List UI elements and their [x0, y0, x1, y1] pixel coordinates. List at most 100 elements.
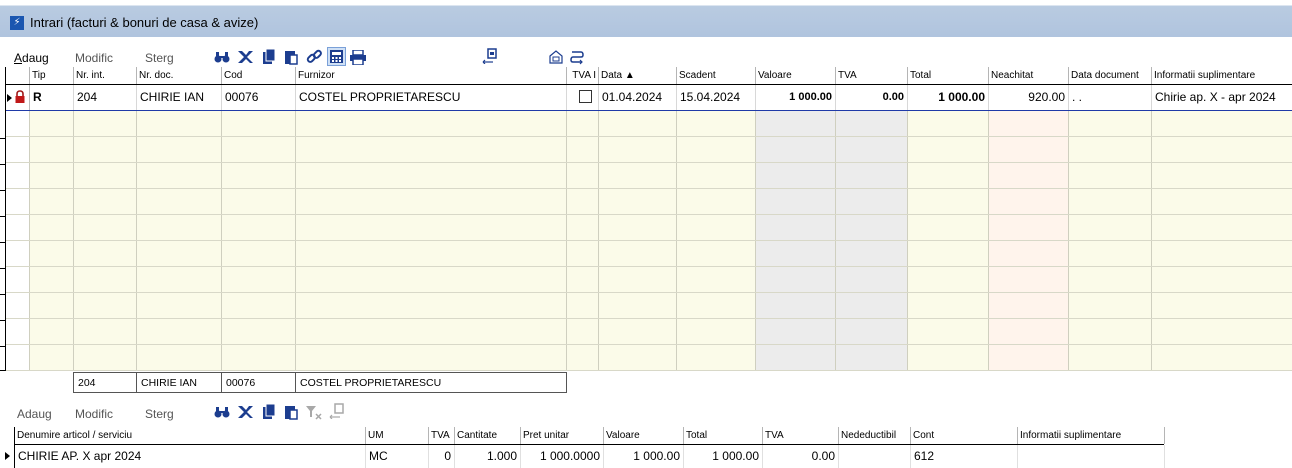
items-grid-header: Denumire articol / serviciu UM TVA Canti… — [15, 427, 1165, 445]
col-header-detail-tva[interactable]: TVA — [763, 427, 839, 444]
col-header-pret-unitar[interactable]: Pret unitar — [521, 427, 604, 444]
window-titlebar: ⚡ Intrari (facturi & bonuri de casa & av… — [0, 0, 1292, 37]
cell-cont[interactable]: 612 — [911, 445, 1018, 468]
export-icon[interactable] — [328, 402, 346, 420]
cell-tva-rate[interactable]: 0 — [429, 445, 455, 468]
col-header-data[interactable]: Data ▲ — [599, 67, 677, 84]
excel-icon[interactable] — [236, 48, 254, 66]
copy-doc-icon[interactable] — [260, 48, 278, 66]
col-bg-total — [908, 85, 989, 371]
col-bg-cod — [222, 85, 296, 371]
cell-um[interactable]: MC — [366, 445, 429, 468]
filter-clear-icon[interactable] — [305, 403, 323, 421]
row-line — [6, 370, 1292, 371]
current-row-pointer-icon — [7, 94, 12, 102]
export-icon[interactable] — [481, 47, 499, 65]
edit-button[interactable]: Modific — [75, 51, 113, 65]
col-header-data-document[interactable]: Data document — [1069, 67, 1152, 84]
row-indicator — [6, 85, 30, 111]
paste-doc-icon[interactable] — [282, 48, 300, 66]
col-header-tva-rate[interactable]: TVA — [429, 427, 455, 444]
col-header-tva-i[interactable]: TVA I — [567, 67, 599, 84]
col-bg-scadent — [677, 85, 756, 371]
row-tick — [0, 216, 6, 217]
cell-furnizor[interactable]: COSTEL PROPRIETARESCU — [296, 85, 567, 111]
copy-doc-icon[interactable] — [260, 403, 278, 421]
cell-total[interactable]: 1 000.00 — [908, 85, 989, 111]
col-header-cod[interactable]: Cod — [222, 67, 296, 84]
col-header-info[interactable]: Informatii suplimentare — [1152, 67, 1292, 84]
cell-detail-tva[interactable]: 0.00 — [763, 445, 839, 468]
cell-nedeductibil[interactable] — [839, 445, 911, 468]
excel-icon[interactable] — [236, 403, 254, 421]
col-header-detail-info[interactable]: Informatii suplimentare — [1018, 427, 1165, 444]
cell-tva-i[interactable] — [567, 85, 599, 111]
cell-nr-int[interactable]: 204 — [74, 85, 137, 111]
cell-pret-unitar[interactable]: 1 000.0000 — [521, 445, 604, 468]
main-toolbar: Adaug Modific Sterg — [0, 37, 1292, 67]
detail-add-button[interactable]: Adaug — [17, 407, 52, 421]
col-header-neachitat[interactable]: Neachitat — [989, 67, 1069, 84]
cell-cod[interactable]: 00076 — [222, 85, 296, 111]
row-tick — [0, 164, 6, 165]
table-row[interactable]: R 204 CHIRIE IAN 00076 COSTEL PROPRIETAR… — [6, 85, 1292, 111]
cell-valoare[interactable]: 1 000.00 — [756, 85, 836, 111]
binoculars-icon[interactable] — [213, 403, 231, 421]
col-header-cont[interactable]: Cont — [911, 427, 1018, 444]
paste-doc-icon[interactable] — [282, 403, 300, 421]
detail-delete-button[interactable]: Sterg — [145, 407, 174, 421]
lock-icon — [15, 90, 25, 103]
col-header-tva[interactable]: TVA — [836, 67, 908, 84]
col-header-denumire[interactable]: Denumire articol / serviciu — [15, 427, 366, 444]
summary-furnizor: COSTEL PROPRIETARESCU — [295, 372, 567, 393]
cell-detail-info[interactable] — [1018, 445, 1165, 468]
selected-row-underline — [6, 110, 1292, 111]
header-indicator — [6, 67, 30, 84]
detail-edit-button[interactable]: Modific — [75, 407, 113, 421]
detail-toolbar: Adaug Modific Sterg — [0, 397, 1292, 427]
cell-data[interactable]: 01.04.2024 — [599, 85, 677, 111]
window-title: Intrari (facturi & bonuri de casa & aviz… — [30, 15, 259, 30]
col-header-total[interactable]: Total — [908, 67, 989, 84]
cell-detail-total[interactable]: 1 000.00 — [684, 445, 763, 468]
col-header-nr-doc[interactable]: Nr. doc. — [137, 67, 222, 84]
col-header-scadent[interactable]: Scadent — [677, 67, 756, 84]
cell-tip[interactable]: R — [30, 85, 74, 111]
row-line — [6, 136, 1292, 137]
cell-tva[interactable]: 0.00 — [836, 85, 908, 111]
col-bg-valoare — [756, 85, 836, 371]
cell-cantitate[interactable]: 1.000 — [455, 445, 521, 468]
col-header-tip[interactable]: Tip — [30, 67, 74, 84]
cell-scadent[interactable]: 15.04.2024 — [677, 85, 756, 111]
col-header-valoare[interactable]: Valoare — [756, 67, 836, 84]
binoculars-icon[interactable] — [213, 48, 231, 66]
invoices-grid[interactable]: Tip Nr. int. Nr. doc. Cod Furnizor TVA I… — [5, 67, 1292, 371]
cell-info[interactable]: Chirie ap. X - apr 2024 — [1152, 85, 1292, 111]
delete-button[interactable]: Sterg — [145, 51, 174, 65]
row-tick — [0, 346, 6, 347]
print-icon[interactable] — [349, 48, 367, 66]
cell-nr-doc[interactable]: CHIRIE IAN — [137, 85, 222, 111]
col-bg-tip — [30, 85, 74, 371]
cell-denumire[interactable]: CHIRIE AP. X apr 2024 — [15, 445, 366, 468]
home-icon[interactable] — [547, 48, 565, 66]
col-header-detail-valoare[interactable]: Valoare — [604, 427, 684, 444]
undo-link-icon[interactable] — [568, 48, 586, 66]
col-header-furnizor[interactable]: Furnizor — [296, 67, 567, 84]
link-icon[interactable] — [305, 48, 323, 66]
row-line — [6, 292, 1292, 293]
col-header-nr-int[interactable]: Nr. int. — [74, 67, 137, 84]
cell-detail-valoare[interactable]: 1 000.00 — [604, 445, 684, 468]
row-line — [6, 318, 1292, 319]
items-grid[interactable]: Denumire articol / serviciu UM TVA Canti… — [5, 427, 1165, 468]
col-header-um[interactable]: UM — [366, 427, 429, 444]
table-row[interactable]: CHIRIE AP. X apr 2024 MC 0 1.000 1 000.0… — [5, 445, 1165, 468]
col-header-cantitate[interactable]: Cantitate — [455, 427, 521, 444]
add-button[interactable]: Adaug — [14, 51, 49, 65]
col-header-detail-total[interactable]: Total — [684, 427, 763, 444]
tva-i-checkbox[interactable] — [579, 90, 592, 103]
cell-data-document[interactable]: . . — [1069, 85, 1152, 111]
calculator-icon[interactable] — [327, 47, 346, 66]
col-header-nedeductibil[interactable]: Nedeductibil — [839, 427, 911, 444]
cell-neachitat[interactable]: 920.00 — [989, 85, 1069, 111]
